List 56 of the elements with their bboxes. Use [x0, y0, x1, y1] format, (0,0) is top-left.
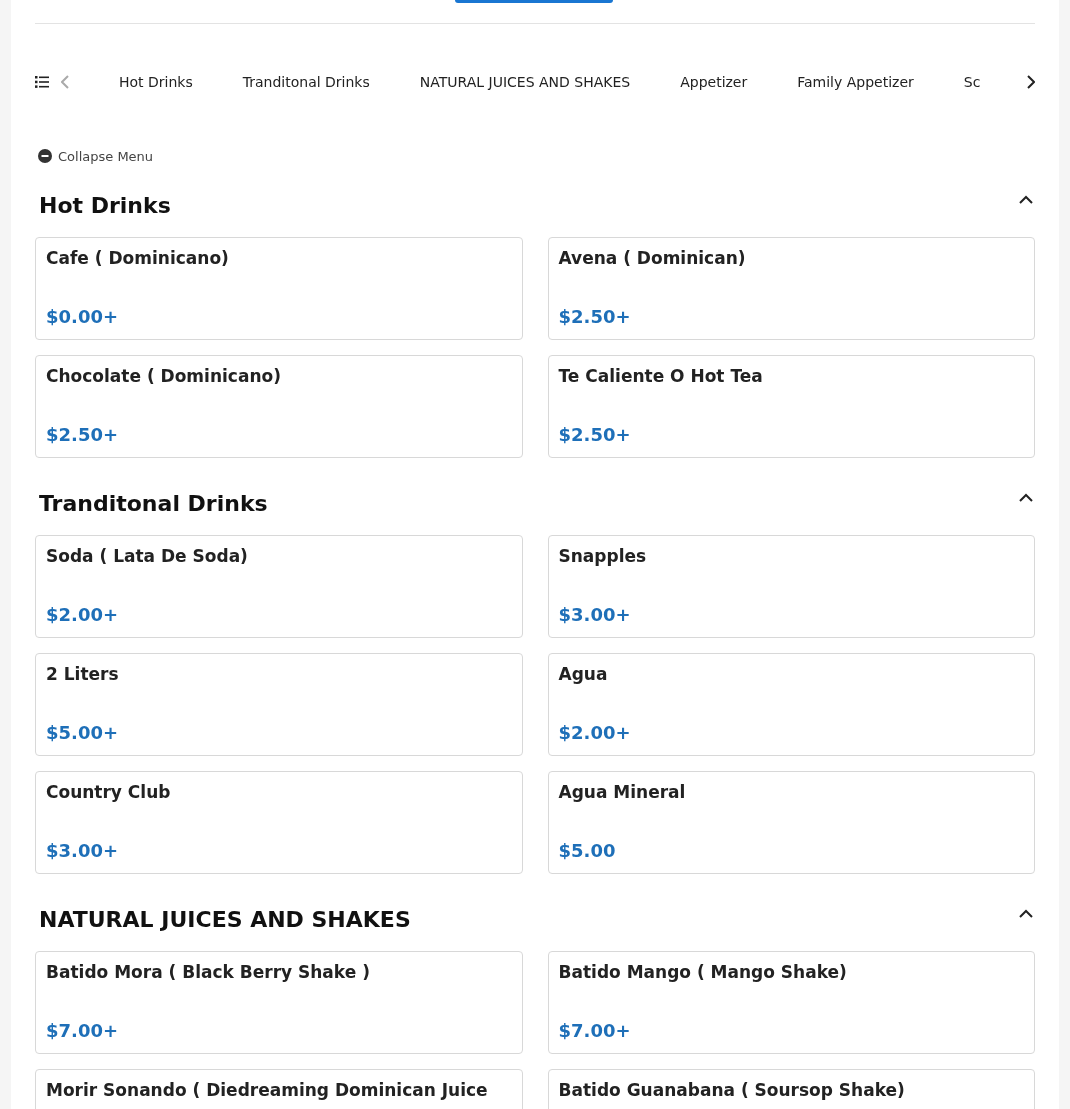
collapse-menu-link[interactable]: Collapse Menu: [58, 148, 154, 164]
item-name: Cafe ( Dominicano): [46, 248, 230, 268]
category-tab[interactable]: Appetizer: [680, 74, 748, 90]
menu-item-card[interactable]: Batido Mora ( Black Berry Shake ) $7.00+: [35, 951, 523, 1054]
menu-item-card[interactable]: 2 Liters $5.00+: [35, 653, 523, 756]
category-tab[interactable]: Family Appetizer: [797, 74, 914, 90]
menu-item-card[interactable]: Te Caliente O Hot Tea $2.50+: [547, 355, 1035, 458]
item-name: Country Club: [46, 782, 172, 802]
chevron-right-icon[interactable]: [1027, 75, 1035, 89]
menu-item-card[interactable]: Agua $2.00+: [547, 653, 1035, 756]
item-price: $5.00+: [46, 722, 120, 743]
menu-item-card[interactable]: Chocolate ( Dominicano) $2.50+: [35, 355, 523, 458]
item-name: Te Caliente O Hot Tea: [558, 366, 764, 386]
menu-item-card[interactable]: Batido Guanabana ( Soursop Shake): [547, 1069, 1035, 1109]
category-tab[interactable]: Hot Drinks: [119, 74, 193, 90]
item-name: Avena ( Dominican): [558, 248, 747, 268]
item-price: $2.00+: [558, 722, 632, 743]
item-price: $7.00+: [46, 1020, 120, 1041]
item-name: Snapples: [558, 546, 648, 566]
item-price: $2.00+: [46, 604, 120, 625]
menu-item-card[interactable]: Agua Mineral $5.00: [547, 771, 1035, 874]
menu-item-card[interactable]: Snapples $3.00+: [547, 535, 1035, 638]
item-price: $3.00+: [558, 604, 632, 625]
item-name: Soda ( Lata De Soda): [46, 546, 249, 566]
chevron-up-icon[interactable]: [1019, 493, 1033, 502]
item-name: 2 Liters: [46, 664, 120, 684]
item-name: Agua: [558, 664, 609, 684]
section-title: NATURAL JUICES AND SHAKES: [39, 907, 411, 932]
list-icon[interactable]: [35, 76, 49, 88]
chevron-up-icon[interactable]: [1019, 909, 1033, 918]
item-name: Agua Mineral: [558, 782, 687, 802]
item-price: $5.00: [558, 840, 617, 861]
item-price: $0.00+: [46, 306, 120, 327]
item-price: $3.00+: [46, 840, 120, 861]
category-tab[interactable]: Tranditonal Drinks: [242, 74, 370, 90]
section-title: Hot Drinks: [39, 193, 171, 218]
item-price: $2.50+: [46, 424, 120, 445]
item-price: $7.00+: [558, 1020, 632, 1041]
menu-item-card[interactable]: Soda ( Lata De Soda) $2.00+: [35, 535, 523, 638]
chevron-up-icon[interactable]: [1019, 195, 1033, 204]
item-name: Batido Guanabana ( Soursop Shake): [558, 1080, 906, 1100]
item-name: Batido Mango ( Mango Shake): [558, 962, 848, 982]
menu-item-card[interactable]: Morir Sonando ( Diedreaming Dominican Juice: [35, 1069, 523, 1109]
menu-item-card[interactable]: Country Club $3.00+: [35, 771, 523, 874]
item-price: $2.50+: [558, 424, 632, 445]
item-name: Chocolate ( Dominicano): [46, 366, 282, 386]
item-name: Batido Mora ( Black Berry Shake ): [46, 962, 371, 982]
category-tab[interactable]: NATURAL JUICES AND SHAKES: [419, 74, 631, 90]
menu-item-card[interactable]: Cafe ( Dominicano) $0.00+: [35, 237, 523, 340]
section-title: Tranditonal Drinks: [39, 491, 268, 516]
item-name: Morir Sonando ( Diedreaming Dominican Juice: [46, 1080, 489, 1100]
item-price: $2.50+: [558, 306, 632, 327]
category-tab[interactable]: Sc: [963, 74, 981, 90]
minus-circle-icon[interactable]: [38, 149, 52, 163]
menu-item-card[interactable]: Avena ( Dominican) $2.50+: [547, 237, 1035, 340]
menu-item-card[interactable]: Batido Mango ( Mango Shake) $7.00+: [547, 951, 1035, 1054]
